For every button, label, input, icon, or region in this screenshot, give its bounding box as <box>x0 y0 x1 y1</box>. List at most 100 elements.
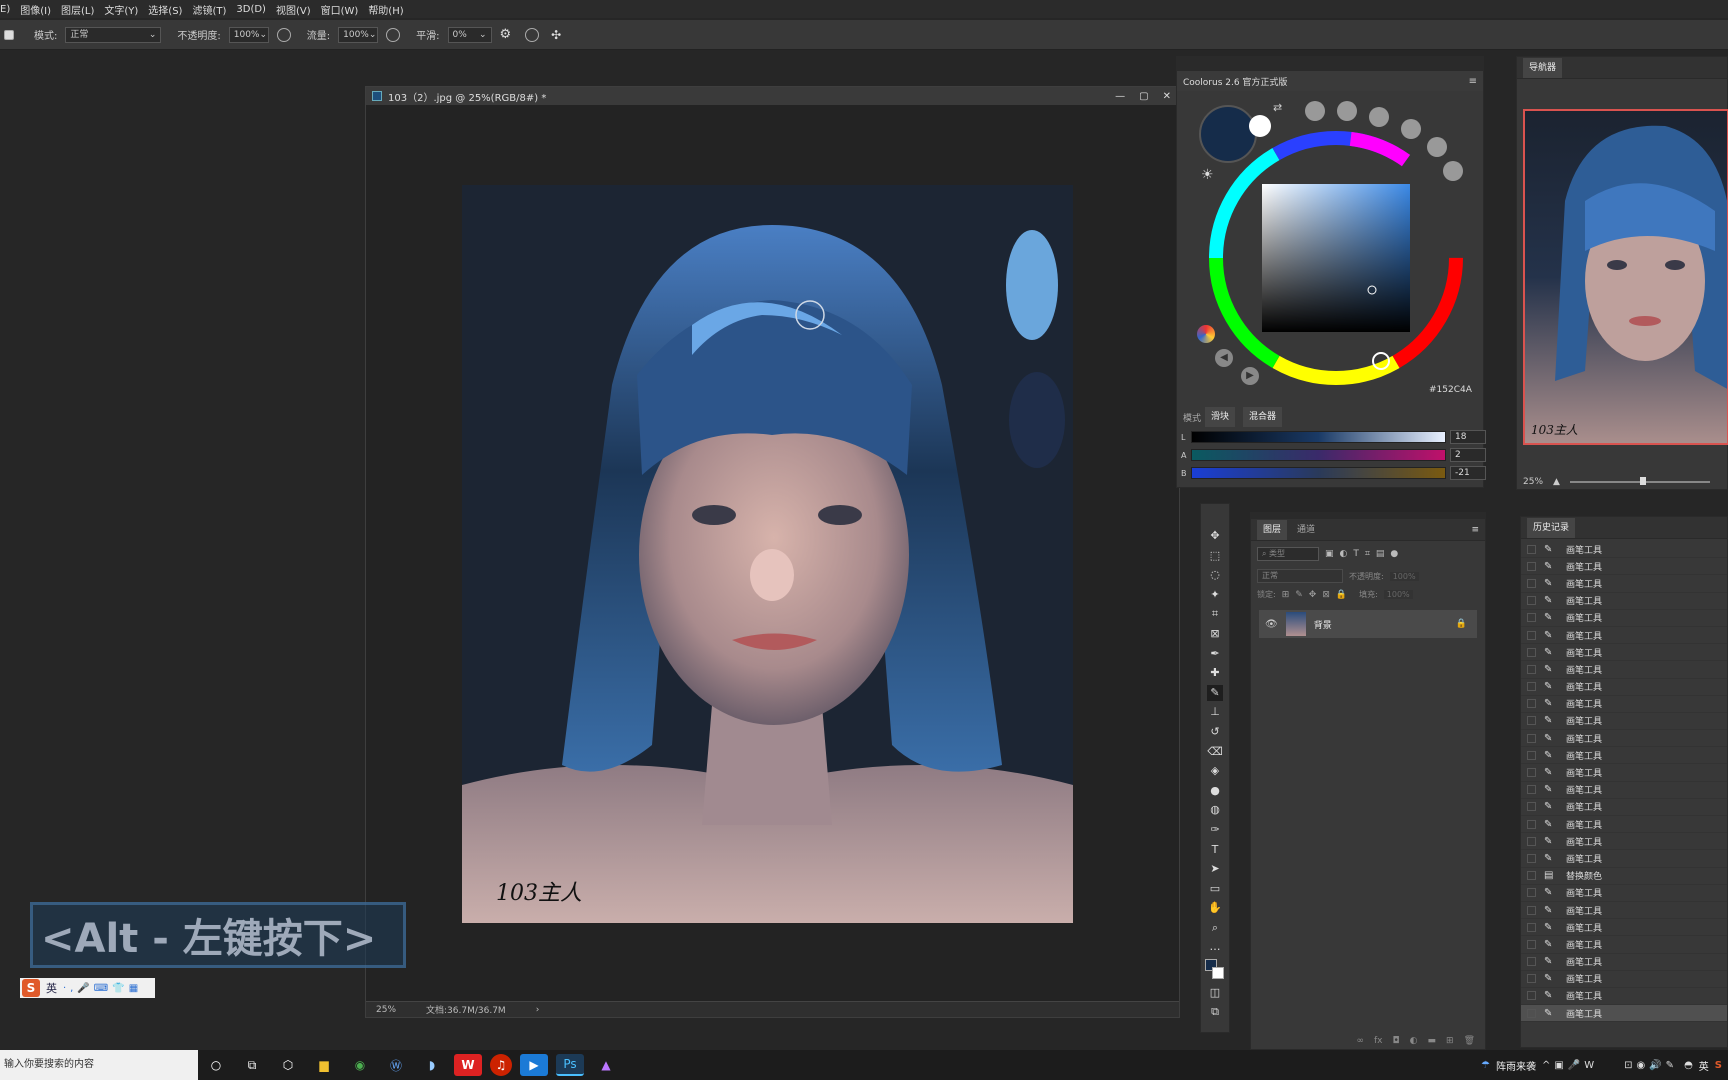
history-checkbox[interactable] <box>1527 1008 1536 1018</box>
symmetry-icon[interactable]: ✣ <box>551 28 561 42</box>
history-checkbox[interactable] <box>1527 664 1536 674</box>
smooth-input[interactable]: 0% ⌄ <box>447 26 492 43</box>
eye-icon[interactable]: 👁 <box>1265 619 1278 630</box>
history-item[interactable]: ✎ 画笔工具 <box>1521 610 1727 627</box>
history-item[interactable]: ✎ 画笔工具 <box>1521 936 1727 954</box>
blend-mode-select[interactable]: 正常 <box>1257 569 1343 583</box>
weather-icon[interactable]: ☂ <box>1481 1060 1490 1071</box>
history-item[interactable]: ✎ 画笔工具 <box>1521 696 1727 713</box>
history-checkbox[interactable] <box>1527 974 1536 984</box>
history-item[interactable]: ✎ 画笔工具 <box>1521 593 1727 610</box>
history-checkbox[interactable] <box>1527 802 1536 812</box>
history-checkbox[interactable] <box>1527 647 1536 657</box>
history-item[interactable]: ✎ 画笔工具 <box>1521 833 1727 851</box>
tab-mixer[interactable]: 混合器 <box>1243 407 1283 427</box>
history-checkbox[interactable] <box>1527 682 1536 692</box>
app-icon-w[interactable]: Ⓦ <box>382 1054 410 1076</box>
history-item[interactable]: ✎ 画笔工具 <box>1521 816 1727 834</box>
netease-music-icon[interactable]: ♫ <box>490 1054 512 1076</box>
history-item[interactable]: ✎ 画笔工具 <box>1521 799 1727 816</box>
history-item[interactable]: ✎ 画笔工具 <box>1521 850 1727 868</box>
panel-menu-icon[interactable]: ≡ <box>1469 76 1477 87</box>
history-item[interactable]: ✎ 画笔工具 <box>1521 730 1727 748</box>
menu-item[interactable]: 图层(L) <box>61 2 94 17</box>
adjustment-icon[interactable]: ◐ <box>1410 1036 1418 1046</box>
path-selection-icon[interactable]: ➤ <box>1207 861 1223 877</box>
history-checkbox[interactable] <box>1527 836 1536 846</box>
blur-tool-icon[interactable]: ◍ <box>1207 802 1223 818</box>
gallery-icon[interactable]: ▲ <box>592 1054 620 1076</box>
history-checkbox[interactable] <box>1527 578 1536 588</box>
flow-input[interactable]: 100% ⌄ <box>338 26 379 43</box>
menu-item[interactable]: E) <box>0 4 10 15</box>
panel-menu-icon[interactable]: ≡ <box>1471 525 1479 535</box>
pressure-size-icon[interactable] <box>525 27 540 42</box>
history-checkbox[interactable] <box>1527 888 1536 898</box>
history-checkbox[interactable] <box>1527 957 1536 967</box>
history-checkbox[interactable] <box>1527 785 1536 795</box>
paint-bucket-icon[interactable]: ◈ <box>1207 763 1223 779</box>
chevron-right-icon[interactable]: › <box>536 1005 540 1015</box>
history-checkbox[interactable] <box>1527 922 1536 932</box>
menu-item[interactable]: 窗口(W) <box>321 2 359 17</box>
history-item[interactable]: ✎ 画笔工具 <box>1521 902 1727 920</box>
tray-icons-2[interactable]: ⊡◉🔊✎ <box>1624 1060 1678 1071</box>
history-item[interactable]: ✎ 画笔工具 <box>1521 575 1727 593</box>
photoshop-icon[interactable]: Ps <box>556 1054 584 1076</box>
brush-preset-icon[interactable] <box>4 29 14 40</box>
ime-toolbar[interactable]: S 英 ·,🎤⌨👕▦ <box>20 978 155 998</box>
color-swatches-icon[interactable] <box>1205 959 1225 981</box>
tab-history[interactable]: 历史记录 <box>1527 517 1576 538</box>
app-icon-cube[interactable]: ⬡ <box>274 1054 302 1076</box>
chrome-icon[interactable]: ◉ <box>346 1054 374 1076</box>
type-tool-icon[interactable]: T <box>1207 842 1223 858</box>
history-checkbox[interactable] <box>1527 871 1536 881</box>
eraser-icon[interactable]: ⌫ <box>1207 744 1223 760</box>
zoom-slider[interactable] <box>1569 477 1710 485</box>
file-explorer-icon[interactable]: ▆ <box>310 1054 338 1076</box>
brush-tool-icon[interactable]: ✎ <box>1207 684 1223 701</box>
video-app-icon[interactable]: ▶ <box>520 1054 548 1076</box>
lock-icons[interactable]: ⊞✎✥⊠🔒 <box>1282 590 1353 600</box>
history-checkbox[interactable] <box>1527 630 1536 640</box>
fx-icon[interactable]: fx <box>1374 1036 1383 1046</box>
menu-item[interactable]: 选择(S) <box>148 2 182 17</box>
history-checkbox[interactable] <box>1527 613 1536 623</box>
color-wheel[interactable] <box>1207 129 1465 387</box>
pressure-opacity-icon[interactable] <box>276 27 291 42</box>
history-item[interactable]: ✎ 画笔工具 <box>1521 627 1727 645</box>
gear-icon[interactable]: ⚙ <box>500 27 512 42</box>
stamp-tool-icon[interactable]: ⊥ <box>1207 704 1223 720</box>
ime-language[interactable]: 英 <box>46 980 57 996</box>
taskbar-lang[interactable]: 英 <box>1699 1058 1709 1073</box>
filter-icons[interactable]: ▣◐T⌗▤● <box>1325 549 1404 559</box>
history-item[interactable]: ✎ 画笔工具 <box>1521 954 1727 971</box>
weather-text[interactable]: 阵雨来袭 <box>1496 1058 1536 1073</box>
frame-tool-icon[interactable]: ⊠ <box>1207 626 1223 642</box>
lasso-tool-icon[interactable]: ◌ <box>1207 567 1223 583</box>
document-tab[interactable]: 103（2）.jpg @ 25%(RGB/8#) * — ▢ ✕ <box>366 87 1179 105</box>
sogou-tray-icon[interactable]: S <box>1715 1060 1722 1071</box>
shape-tool-icon[interactable]: ▭ <box>1207 881 1223 897</box>
move-tool-icon[interactable]: ✥ <box>1207 528 1223 544</box>
history-item[interactable]: ▤ 替换颜色 <box>1521 868 1727 885</box>
canvas-artwork[interactable]: 103主人 <box>462 185 1073 923</box>
menu-item[interactable]: 视图(V) <box>276 2 311 17</box>
hand-tool-icon[interactable]: ✋ <box>1207 900 1223 916</box>
history-item[interactable]: ✎ 画笔工具 <box>1521 764 1727 782</box>
crop-tool-icon[interactable]: ⌗ <box>1207 606 1223 622</box>
airbrush-icon[interactable] <box>386 27 401 42</box>
history-item[interactable]: ✎ 画笔工具 <box>1521 679 1727 696</box>
cortana-icon[interactable]: ○ <box>202 1054 230 1076</box>
swap-colors-icon[interactable]: ⇄ <box>1273 101 1282 114</box>
history-checkbox[interactable] <box>1527 819 1536 829</box>
pen-tool-icon[interactable]: ✑ <box>1207 822 1223 838</box>
history-item[interactable]: ✎ 画笔工具 <box>1521 541 1727 559</box>
more-tools-icon[interactable]: … <box>1207 939 1223 955</box>
navigator-zoom[interactable]: 25% <box>1523 477 1543 487</box>
menu-item[interactable]: 帮助(H) <box>368 2 403 17</box>
history-item[interactable]: ✎ 画笔工具 <box>1521 988 1727 1006</box>
tray-icons[interactable]: ^▣🎤W <box>1542 1060 1598 1071</box>
layer-filter-input[interactable]: ⌕ 类型 <box>1257 547 1319 561</box>
color-mode-icon[interactable] <box>1197 325 1215 343</box>
